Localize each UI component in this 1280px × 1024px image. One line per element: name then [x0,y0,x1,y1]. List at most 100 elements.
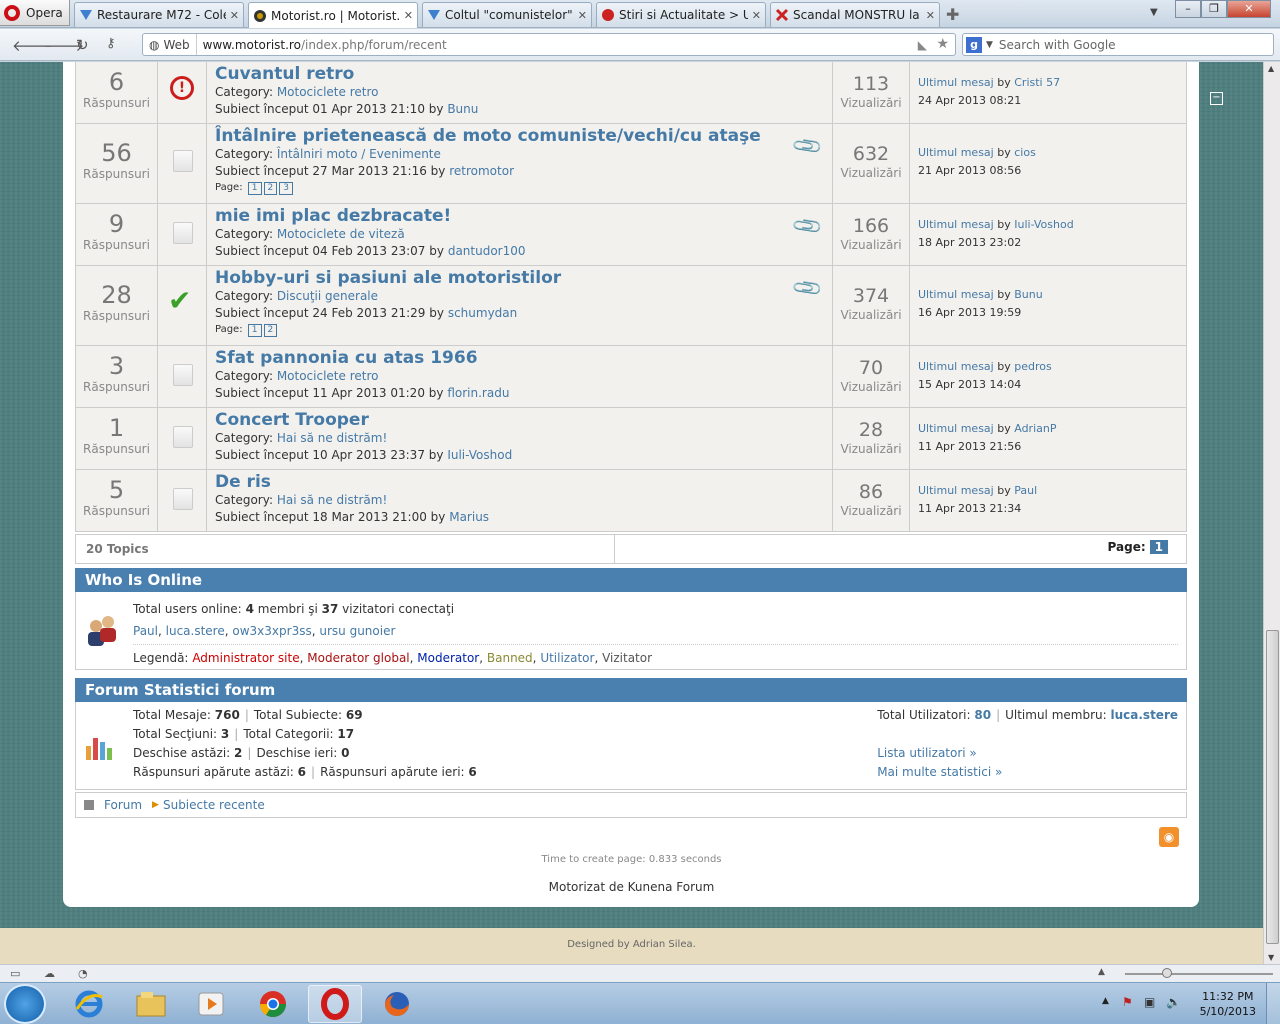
start-button[interactable] [4,984,46,1024]
close-tab-icon[interactable]: ✕ [578,9,587,22]
category-link[interactable]: Hai să ne distrăm! [277,431,387,445]
panel-toggle-icon[interactable]: ▭ [10,967,20,980]
page-link[interactable]: 1 [247,324,262,337]
browser-tab-1[interactable]: Restaurare M72 - Colec...✕ [74,2,244,27]
last-user-link[interactable]: cios [1014,146,1036,159]
author-link[interactable]: florin.radu [447,386,509,400]
category-link[interactable]: Motociclete de viteză [277,227,405,241]
topic-title-link[interactable]: Cuvantul retro [215,64,824,84]
last-post-link[interactable]: Ultimul mesaj [918,484,994,497]
current-page[interactable]: 1 [1149,540,1168,554]
key-icon[interactable]: ⚷ [106,36,116,51]
author-link[interactable]: retromotor [449,164,514,178]
opera-menu-button[interactable]: Opera [0,0,70,26]
new-tab-icon[interactable]: ✚ [946,5,959,24]
topic-title-link[interactable]: Hobby-uri si pasiuni ale motoristilor [215,268,824,288]
browser-tab-5[interactable]: Scandal MONSTRU la ... ✕ [770,2,940,27]
category-link[interactable]: Discuţii generale [277,289,378,303]
web-badge[interactable]: ◍ Web [143,34,197,55]
vertical-scrollbar[interactable]: ▲ ▼ [1263,62,1280,964]
show-desktop-button[interactable] [1266,983,1280,1024]
topic-title-link[interactable]: De ris [215,472,824,492]
more-stats-link[interactable]: Mai multe statistici » [877,765,1002,779]
opera-taskbar-icon[interactable] [308,985,362,1023]
last-post-link[interactable]: Ultimul mesaj [918,218,994,231]
last-user-link[interactable]: Iuli-Voshod [1014,218,1073,231]
online-user-link[interactable]: luca.stere [166,624,225,638]
online-user-link[interactable]: Paul [133,624,158,638]
opera-unite-cloud-icon[interactable]: ☁ [44,967,55,980]
close-tab-icon[interactable]: ✕ [752,9,761,22]
close-tab-icon[interactable]: ✕ [404,9,413,22]
scroll-down-icon[interactable]: ▼ [1268,953,1274,962]
topic-title-link[interactable]: Concert Trooper [215,410,824,430]
topic-title-link[interactable]: mie imi plac dezbracate! [215,206,824,226]
breadcrumb-forum-link[interactable]: Forum [104,798,142,812]
category-link[interactable]: Motociclete retro [277,85,379,99]
last-post-link[interactable]: Ultimul mesaj [918,76,994,89]
action-center-flag-icon[interactable]: ⚑ [1122,995,1133,1009]
page-link[interactable]: 1 [247,182,262,195]
category-link[interactable]: Motociclete retro [277,369,379,383]
taskbar-clock[interactable]: 11:32 PM 5/10/2013 [1200,989,1256,1019]
chrome-taskbar-icon[interactable] [246,985,300,1023]
last-post-link[interactable]: Ultimul mesaj [918,288,994,301]
powered-by[interactable]: Motorizat de Kunena Forum [0,880,1263,894]
minimize-window-button[interactable]: – [1175,0,1201,18]
tray-expand-icon[interactable]: ▲ [1102,996,1109,1006]
explorer-taskbar-icon[interactable] [124,985,178,1023]
feed-icon[interactable]: ◣ [918,38,927,52]
last-post-link[interactable]: Ultimul mesaj [918,146,994,159]
media-player-taskbar-icon[interactable] [184,985,238,1023]
last-post-link[interactable]: Ultimul mesaj [918,422,994,435]
page-link[interactable]: 2 [263,324,278,337]
rss-feed-icon[interactable]: ◉ [1159,827,1179,847]
scroll-up-icon[interactable]: ▲ [1268,64,1274,73]
online-user-link[interactable]: ursu gunoier [319,624,395,638]
category-link[interactable]: Întâlniri moto / Evenimente [277,147,441,161]
last-user-link[interactable]: Bunu [1014,288,1042,301]
close-tab-icon[interactable]: ✕ [926,9,935,22]
breadcrumb-recent-link[interactable]: Subiecte recente [163,798,265,812]
internet-explorer-taskbar-icon[interactable] [62,985,116,1023]
online-user-link[interactable]: ow3x3xpr3ss [232,624,311,638]
collapse-icon[interactable]: − [1210,92,1223,105]
close-window-button[interactable]: ✕ [1227,0,1271,18]
who-is-online-header[interactable]: Who Is Online [75,568,1187,592]
restore-window-button[interactable]: ❐ [1201,0,1227,18]
firefox-taskbar-icon[interactable] [370,985,424,1023]
author-link[interactable]: Bunu [447,102,478,116]
browser-tab-4[interactable]: Stiri si Actualitate > Ulti...✕ [596,2,766,27]
browser-tab-2[interactable]: Motorist.ro | Motorist.r...✕ [248,2,418,28]
search-field[interactable]: g ▼ Search with Google [962,33,1274,56]
zoom-slider[interactable] [1125,973,1273,975]
last-post-link[interactable]: Ultimul mesaj [918,360,994,373]
author-link[interactable]: schumydan [448,306,517,320]
users-list-link[interactable]: Lista utilizatori » [877,746,977,760]
last-user-link[interactable]: Cristi 57 [1014,76,1060,89]
page-link[interactable]: 2 [263,182,278,195]
last-user-link[interactable]: pedros [1014,360,1051,373]
author-link[interactable]: Iuli-Voshod [447,448,512,462]
tab-list-chevron-icon[interactable]: ▼ [1150,7,1158,18]
topic-title-link[interactable]: Întâlnire prietenească de moto comuniste… [215,126,824,146]
zoom-slider-knob[interactable] [1162,968,1172,978]
browser-tab-3[interactable]: Coltul "comunistelor" -...✕ [422,2,592,27]
total-users-link[interactable]: 80 [974,708,991,722]
turbo-icon[interactable]: ◔ [78,967,88,980]
url-field[interactable]: ◍ Web www.motorist.ro/index.php/forum/rec… [142,33,956,56]
volume-icon[interactable]: 🔈 [1166,995,1181,1009]
zoom-up-icon[interactable]: ▲ [1098,967,1105,977]
last-user-link[interactable]: Paul [1014,484,1037,497]
scrollbar-thumb[interactable] [1266,630,1279,944]
topic-title-link[interactable]: Sfat pannonia cu atas 1966 [215,348,824,368]
reload-icon[interactable]: ↻ [76,36,89,54]
page-link[interactable]: 3 [279,182,293,195]
search-engine-chevron-icon[interactable]: ▼ [986,40,993,50]
last-member-link[interactable]: luca.stere [1111,708,1179,722]
category-link[interactable]: Hai să ne distrăm! [277,493,387,507]
network-icon[interactable]: ▣ [1144,995,1155,1009]
forum-stats-header[interactable]: Forum Statistici forum [75,678,1187,702]
author-link[interactable]: Marius [449,510,489,524]
bookmark-star-icon[interactable]: ★ [936,36,949,52]
